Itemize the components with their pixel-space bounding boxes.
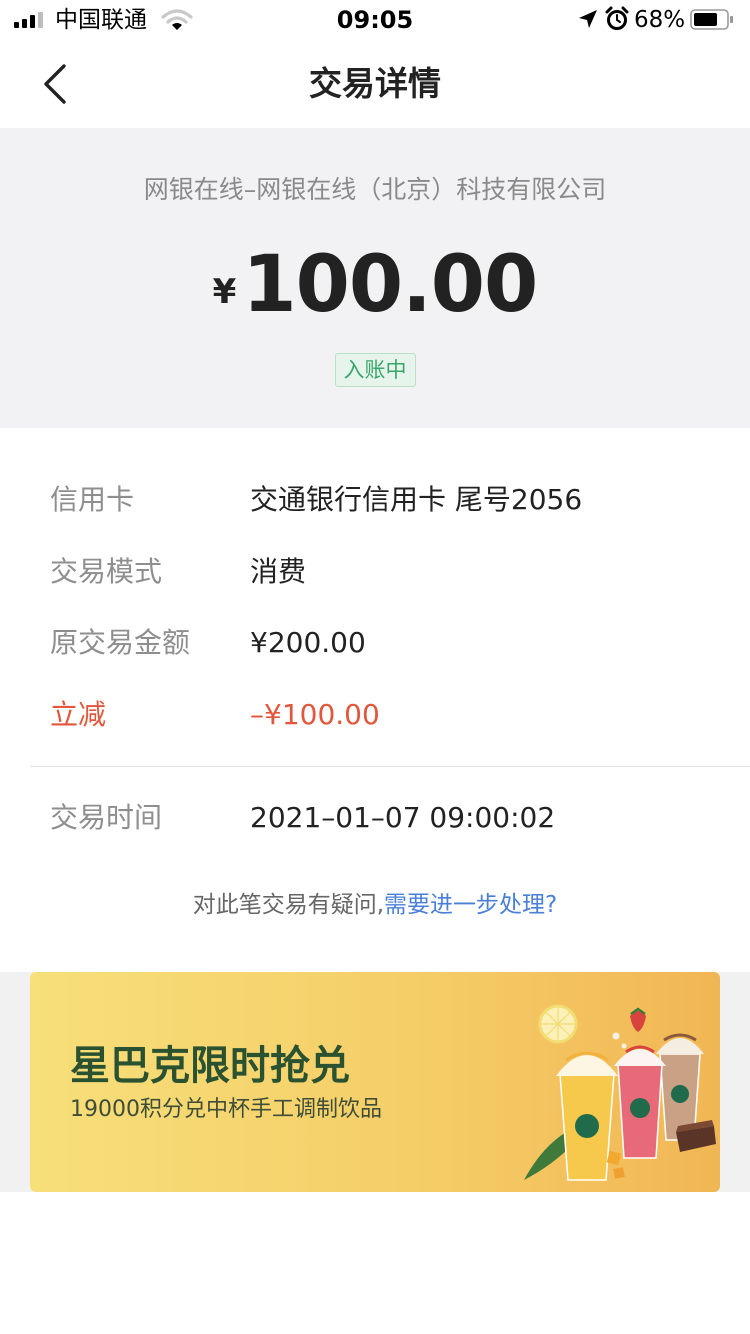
battery-percent: 68% (634, 7, 686, 33)
page-title: 交易详情 (309, 64, 441, 103)
detail-row-time: 交易时间 2021–01–07 09:00:02 (50, 796, 730, 840)
transaction-detail-screen: 中国联通 09:05 68% 交易详情 网银在线–网银在线（北京）科技有限公司 … (0, 0, 750, 1334)
location-arrow-icon (579, 10, 597, 28)
dispute-prompt: 对此笔交易有疑问,需要进一步处理? (0, 890, 750, 920)
starbucks-promo-banner[interactable]: 星巴克限时抢兑 19000积分兑中杯手工调制饮品 (30, 972, 720, 1192)
detail-row-original-amount: 原交易金额 ¥200.00 (50, 621, 730, 665)
dispute-link[interactable]: 需要进一步处理? (384, 892, 557, 918)
status-badge: 入账中 (334, 353, 416, 387)
detail-value: ¥200.00 (250, 626, 366, 659)
detail-label: 交易模式 (50, 555, 163, 588)
promo-area: 星巴克限时抢兑 19000积分兑中杯手工调制饮品 (0, 972, 750, 1192)
navigation-bar: 交易详情 (0, 40, 750, 128)
drinks-illustration-icon (524, 1004, 716, 1181)
banner-subtitle: 19000积分兑中杯手工调制饮品 (70, 1097, 382, 1122)
divider (30, 766, 750, 767)
detail-value: 交通银行信用卡 尾号2056 (250, 483, 583, 516)
detail-label: 立减 (50, 698, 107, 731)
detail-value: 2021–01–07 09:00:02 (250, 801, 556, 834)
amount-value: 100.00 (242, 240, 538, 330)
banner-title: 星巴克限时抢兑 (70, 1043, 350, 1089)
detail-row-discount: 立减 –¥100.00 (50, 693, 730, 737)
detail-row-card: 信用卡 交通银行信用卡 尾号2056 (50, 478, 730, 522)
dispute-text: 对此笔交易有疑问, (192, 892, 385, 918)
detail-value: 消费 (250, 555, 307, 588)
transaction-details: 信用卡 交通银行信用卡 尾号2056 交易模式 消费 原交易金额 ¥200.00… (0, 428, 750, 972)
amount-display: ¥100.00 (0, 240, 750, 330)
detail-row-mode: 交易模式 消费 (50, 550, 730, 594)
merchant-name: 网银在线–网银在线（北京）科技有限公司 (143, 175, 607, 204)
detail-value: –¥100.00 (250, 698, 380, 731)
detail-label: 原交易金额 (50, 626, 191, 659)
alarm-icon (605, 6, 629, 30)
battery-icon (690, 9, 733, 30)
transaction-summary: 网银在线–网银在线（北京）科技有限公司 ¥100.00 入账中 (0, 128, 750, 428)
currency-symbol: ¥ (212, 272, 237, 312)
status-bar: 中国联通 09:05 68% (0, 0, 750, 40)
detail-label: 信用卡 (50, 483, 135, 516)
detail-label: 交易时间 (50, 801, 163, 834)
